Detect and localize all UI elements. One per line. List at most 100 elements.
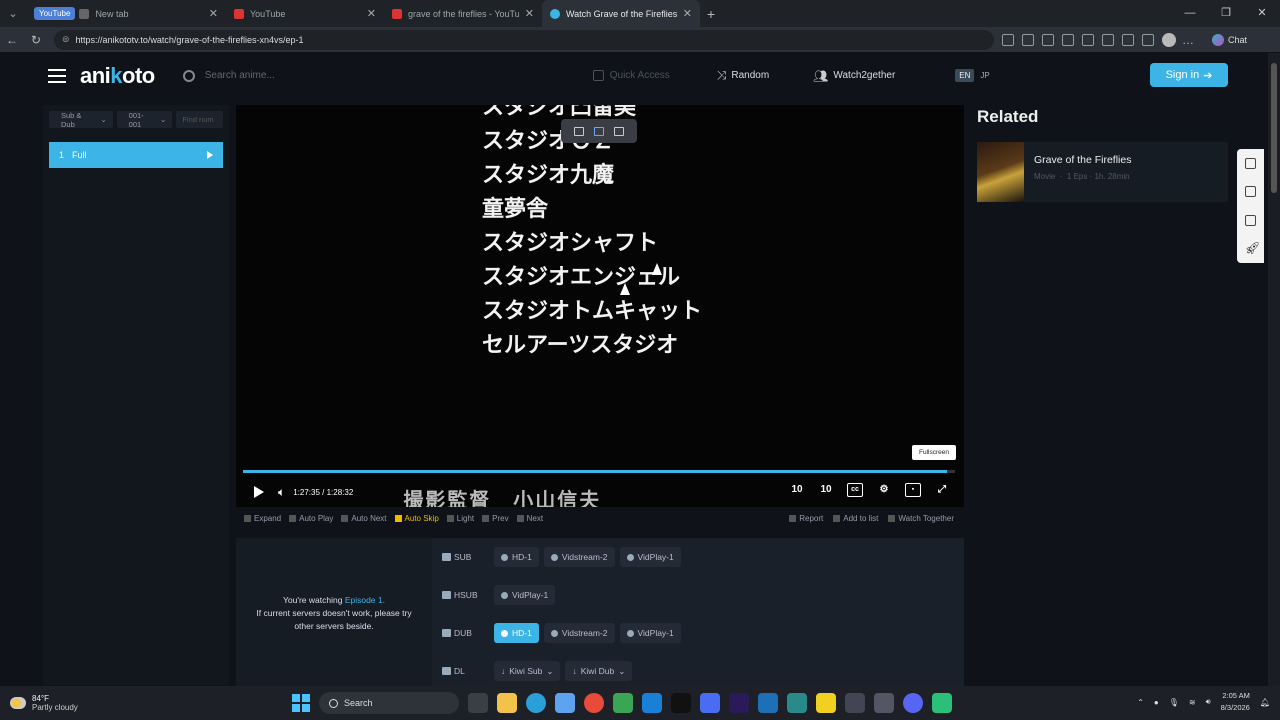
note-icon[interactable] xyxy=(1245,157,1256,169)
more-menu-icon[interactable]: … xyxy=(1176,33,1200,47)
autoplay-toggle[interactable]: Auto Play xyxy=(289,514,333,523)
page-scrollbar[interactable] xyxy=(1268,53,1280,686)
sub-dub-select[interactable]: Sub & Dub ⌄ xyxy=(49,111,113,129)
prev-button[interactable]: Prev xyxy=(482,514,509,523)
browser-tab-youtube[interactable]: YouTube ✕ xyxy=(226,0,384,27)
autoskip-toggle[interactable]: Auto Skip xyxy=(394,514,439,523)
site-info-icon[interactable]: ⊜ xyxy=(62,34,70,45)
captions-icon[interactable]: cc xyxy=(847,483,863,497)
lang-en[interactable]: EN xyxy=(955,69,975,82)
expand-toggle[interactable]: Expand xyxy=(244,514,281,523)
clock[interactable]: 2:05 AM 8/3/2026 xyxy=(1221,690,1250,714)
discord-icon[interactable] xyxy=(903,693,923,713)
light-toggle[interactable]: Light xyxy=(446,514,474,523)
browser-tab-anikoto[interactable]: Watch Grave of the Fireflies Episode ✕ xyxy=(542,0,700,27)
copilot-chat-button[interactable]: Chat xyxy=(1212,33,1247,46)
settings-gear-icon[interactable]: ⚙ xyxy=(876,483,892,497)
language-toggle[interactable]: EN JP xyxy=(955,69,993,82)
close-tab-icon[interactable]: ✕ xyxy=(683,7,692,20)
site-logo[interactable]: anikoto xyxy=(80,63,155,89)
app-icon[interactable] xyxy=(787,693,807,713)
report-button[interactable]: Report xyxy=(789,514,823,523)
speaker-icon[interactable]: 🔊︎ xyxy=(1206,697,1211,707)
episode-item[interactable]: 1 Full xyxy=(49,142,223,168)
profile-avatar[interactable] xyxy=(1162,32,1176,47)
fullscreen-icon[interactable]: ⤢ xyxy=(934,483,950,497)
close-tab-icon[interactable]: ✕ xyxy=(367,7,376,20)
app-icon[interactable] xyxy=(758,693,778,713)
poster-image[interactable] xyxy=(977,142,1024,202)
browser-tab-youtube-search[interactable]: grave of the fireflies - YouTube ✕ xyxy=(384,0,542,27)
new-tab-button[interactable]: + xyxy=(700,6,722,22)
server-button[interactable]: HD-1 xyxy=(494,547,539,567)
app-icon[interactable] xyxy=(845,693,865,713)
tray-app-icon[interactable]: ● xyxy=(1154,698,1159,707)
pip-player-icon[interactable]: ▪ xyxy=(905,483,921,497)
maximize-icon[interactable]: ❐ xyxy=(1208,0,1244,27)
server-button[interactable]: ↓ Kiwi Sub ⌄ xyxy=(494,661,561,681)
play-button[interactable] xyxy=(254,486,264,498)
progress-bar[interactable] xyxy=(243,470,955,473)
server-button[interactable]: VidPlay-1 xyxy=(619,623,681,643)
rocket-icon[interactable]: 🚀︎ xyxy=(1245,242,1260,254)
weather-widget[interactable]: 84°F Partly cloudy xyxy=(10,694,78,712)
lang-jp[interactable]: JP xyxy=(976,69,993,82)
extension-icon[interactable] xyxy=(1002,33,1014,46)
random-link[interactable]: ⤨ Random xyxy=(717,68,769,83)
chrome-icon[interactable] xyxy=(584,693,604,713)
tab-group-label[interactable]: YouTube xyxy=(34,7,76,20)
notifications-icon[interactable]: 🔔︎ xyxy=(1260,698,1270,707)
app-icon[interactable] xyxy=(874,693,894,713)
xbox-icon[interactable] xyxy=(613,693,633,713)
server-button[interactable]: Vidstream-2 xyxy=(543,623,615,643)
taskbar-search[interactable]: Search xyxy=(319,692,459,714)
close-tab-icon[interactable]: ✕ xyxy=(209,7,218,20)
volume-icon[interactable]: 🔈︎ xyxy=(278,485,285,500)
edit-icon[interactable] xyxy=(1245,186,1256,198)
sign-in-button[interactable]: Sign in ➔ xyxy=(1150,63,1228,87)
server-button[interactable]: VidPlay-1 xyxy=(619,547,681,567)
search-input[interactable]: Search anime... xyxy=(182,64,593,88)
collections-icon[interactable] xyxy=(1142,33,1154,46)
watch-together-button[interactable]: Watch Together xyxy=(888,514,954,523)
clipboard-icon[interactable] xyxy=(1245,214,1256,226)
premiere-icon[interactable] xyxy=(729,693,749,713)
server-button[interactable]: Vidstream-2 xyxy=(543,547,615,567)
minimize-icon[interactable]: — xyxy=(1172,0,1208,27)
server-button[interactable]: VidPlay-1 xyxy=(494,585,556,605)
extension-icon[interactable] xyxy=(1042,33,1054,46)
close-tab-icon[interactable]: ✕ xyxy=(525,7,534,20)
forward-10-icon[interactable]: 10 xyxy=(818,483,834,497)
pip-icon[interactable] xyxy=(574,126,584,136)
browser-tab-new[interactable]: YouTube New tab ✕ xyxy=(26,0,226,27)
tab-search-icon[interactable]: ⌄ xyxy=(0,0,26,27)
url-field[interactable]: ⊜ https://anikototv.to/watch/grave-of-th… xyxy=(54,29,994,50)
related-item[interactable]: Grave of the Fireflies Movie · 1 Eps · 1… xyxy=(977,142,1228,202)
quick-access-button[interactable]: Quick Access xyxy=(592,70,703,81)
wifi-icon[interactable]: ≋ xyxy=(1189,698,1196,707)
range-select[interactable]: 001-001 ⌄ xyxy=(116,111,173,129)
reload-icon[interactable]: ↻ xyxy=(24,33,48,47)
copilot-app-icon[interactable] xyxy=(555,693,575,713)
extension-icon[interactable] xyxy=(1102,33,1114,46)
mic-icon[interactable]: 🎙︎ xyxy=(1169,698,1179,707)
file-explorer-icon[interactable] xyxy=(497,693,517,713)
mail-icon[interactable] xyxy=(642,693,662,713)
find-episode-input[interactable]: Find num xyxy=(176,111,223,128)
app-icon[interactable] xyxy=(816,693,836,713)
edge-icon[interactable] xyxy=(526,693,546,713)
related-title[interactable]: Grave of the Fireflies xyxy=(1034,154,1131,166)
screen-capture-icon[interactable] xyxy=(594,126,604,136)
extension-icon[interactable] xyxy=(1022,33,1034,46)
tiktok-icon[interactable] xyxy=(671,693,691,713)
add-to-list-button[interactable]: Add to list xyxy=(833,514,878,523)
task-view-icon[interactable] xyxy=(468,693,488,713)
hamburger-menu-icon[interactable] xyxy=(48,68,66,83)
video-player[interactable]: スタジオ凸留美 スタジオＯＺ スタジオ九魔 童夢舎 スタジオシャフト スタジオエ… xyxy=(236,105,964,507)
favorites-icon[interactable] xyxy=(1122,33,1134,46)
windows-start-icon[interactable] xyxy=(292,694,310,712)
server-button[interactable]: ↓ Kiwi Dub ⌄ xyxy=(565,661,633,681)
autonext-toggle[interactable]: Auto Next xyxy=(341,514,387,523)
app-icon[interactable] xyxy=(700,693,720,713)
app-icon[interactable] xyxy=(932,693,952,713)
